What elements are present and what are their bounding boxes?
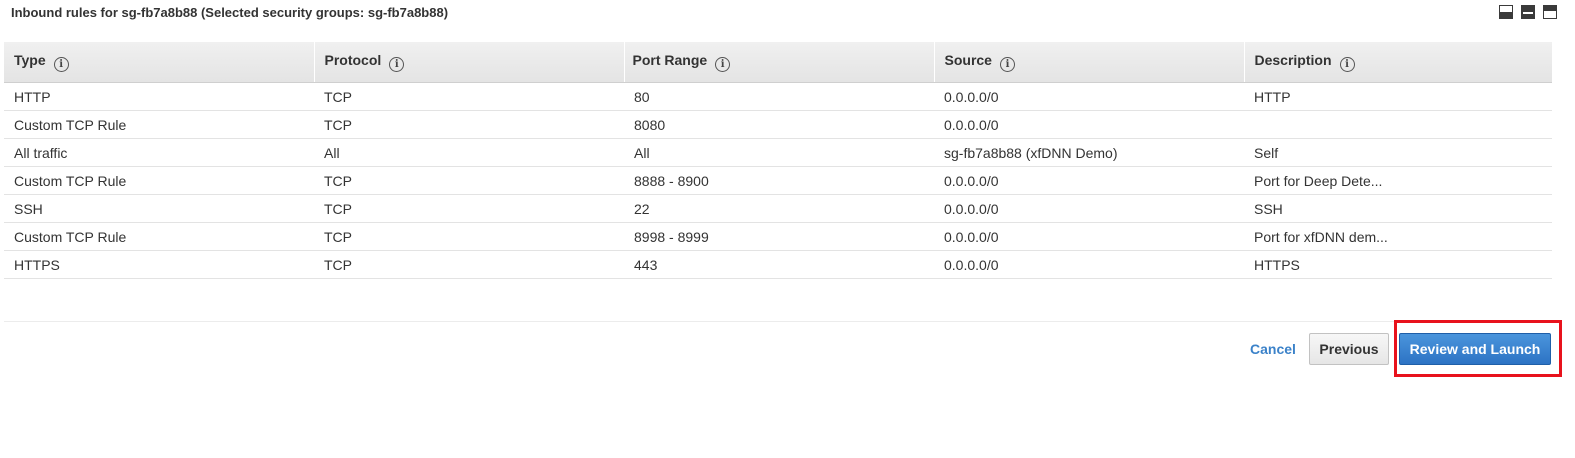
table-row: HTTP TCP 80 0.0.0.0/0 HTTP: [4, 82, 1552, 111]
table-row: HTTPS TCP 443 0.0.0.0/0 HTTPS: [4, 250, 1552, 279]
cell-type: Custom TCP Rule: [4, 166, 314, 195]
split-top-icon[interactable]: [1543, 5, 1557, 19]
inbound-rules-table: Type i Protocol i Port Range i Source i Desc…: [4, 42, 1552, 279]
info-icon[interactable]: i: [715, 57, 731, 72]
split-bottom-icon[interactable]: [1499, 5, 1513, 19]
cell-description: [1244, 110, 1552, 139]
cell-description: Self: [1244, 138, 1552, 167]
cell-source: 0.0.0.0/0: [934, 250, 1244, 279]
cell-port-range: 80: [624, 82, 934, 111]
table-header-row: Type i Protocol i Port Range i Source i Desc…: [4, 42, 1552, 83]
cell-source: 0.0.0.0/0: [934, 166, 1244, 195]
cell-protocol: TCP: [314, 250, 624, 279]
cell-description: Port for Deep Dete...: [1244, 166, 1552, 195]
cell-port-range: 8998 - 8999: [624, 222, 934, 251]
cell-type: All traffic: [4, 138, 314, 167]
cell-source: sg-fb7a8b88 (xfDNN Demo): [934, 138, 1244, 167]
cell-port-range: All: [624, 138, 934, 167]
footer-divider: [4, 321, 1552, 322]
column-header-type[interactable]: Type i: [4, 42, 315, 83]
cell-source: 0.0.0.0/0: [934, 222, 1244, 251]
column-header-description[interactable]: Description i: [1244, 42, 1552, 83]
cell-protocol: TCP: [314, 194, 624, 223]
split-middle-icon[interactable]: [1521, 5, 1535, 19]
column-header-port-range[interactable]: Port Range i: [624, 42, 935, 83]
cell-port-range: 8080: [624, 110, 934, 139]
cell-protocol: TCP: [314, 222, 624, 251]
info-icon[interactable]: i: [1339, 57, 1355, 72]
column-header-protocol[interactable]: Protocol i: [314, 42, 625, 83]
page: Inbound rules for sg-fb7a8b88 (Selected …: [0, 0, 1575, 458]
previous-button[interactable]: Previous: [1309, 333, 1389, 365]
cell-type: Custom TCP Rule: [4, 110, 314, 139]
cell-port-range: 8888 - 8900: [624, 166, 934, 195]
cell-protocol: TCP: [314, 166, 624, 195]
column-header-source[interactable]: Source i: [934, 42, 1245, 83]
cell-type: HTTP: [4, 82, 314, 111]
cell-type: SSH: [4, 194, 314, 223]
cell-type: Custom TCP Rule: [4, 222, 314, 251]
view-toggles: [1499, 5, 1557, 19]
cell-description: HTTPS: [1244, 250, 1552, 279]
cell-type: HTTPS: [4, 250, 314, 279]
review-and-launch-button[interactable]: Review and Launch: [1399, 333, 1551, 365]
cell-protocol: TCP: [314, 82, 624, 111]
cell-port-range: 443: [624, 250, 934, 279]
cell-protocol: TCP: [314, 110, 624, 139]
table-row: Custom TCP Rule TCP 8998 - 8999 0.0.0.0/…: [4, 222, 1552, 251]
cell-description: Port for xfDNN dem...: [1244, 222, 1552, 251]
info-icon[interactable]: i: [389, 57, 405, 72]
table-row: SSH TCP 22 0.0.0.0/0 SSH: [4, 194, 1552, 223]
table-row: Custom TCP Rule TCP 8888 - 8900 0.0.0.0/…: [4, 166, 1552, 195]
cancel-button[interactable]: Cancel: [1250, 341, 1296, 357]
cell-source: 0.0.0.0/0: [934, 110, 1244, 139]
cell-description: SSH: [1244, 194, 1552, 223]
table-row: All traffic All All sg-fb7a8b88 (xfDNN D…: [4, 138, 1552, 167]
cell-port-range: 22: [624, 194, 934, 223]
info-icon[interactable]: i: [999, 57, 1015, 72]
cell-source: 0.0.0.0/0: [934, 82, 1244, 111]
table-row: Custom TCP Rule TCP 8080 0.0.0.0/0: [4, 110, 1552, 139]
cell-description: HTTP: [1244, 82, 1552, 111]
page-title: Inbound rules for sg-fb7a8b88 (Selected …: [11, 5, 449, 20]
cell-protocol: All: [314, 138, 624, 167]
info-icon[interactable]: i: [53, 57, 69, 72]
cell-source: 0.0.0.0/0: [934, 194, 1244, 223]
